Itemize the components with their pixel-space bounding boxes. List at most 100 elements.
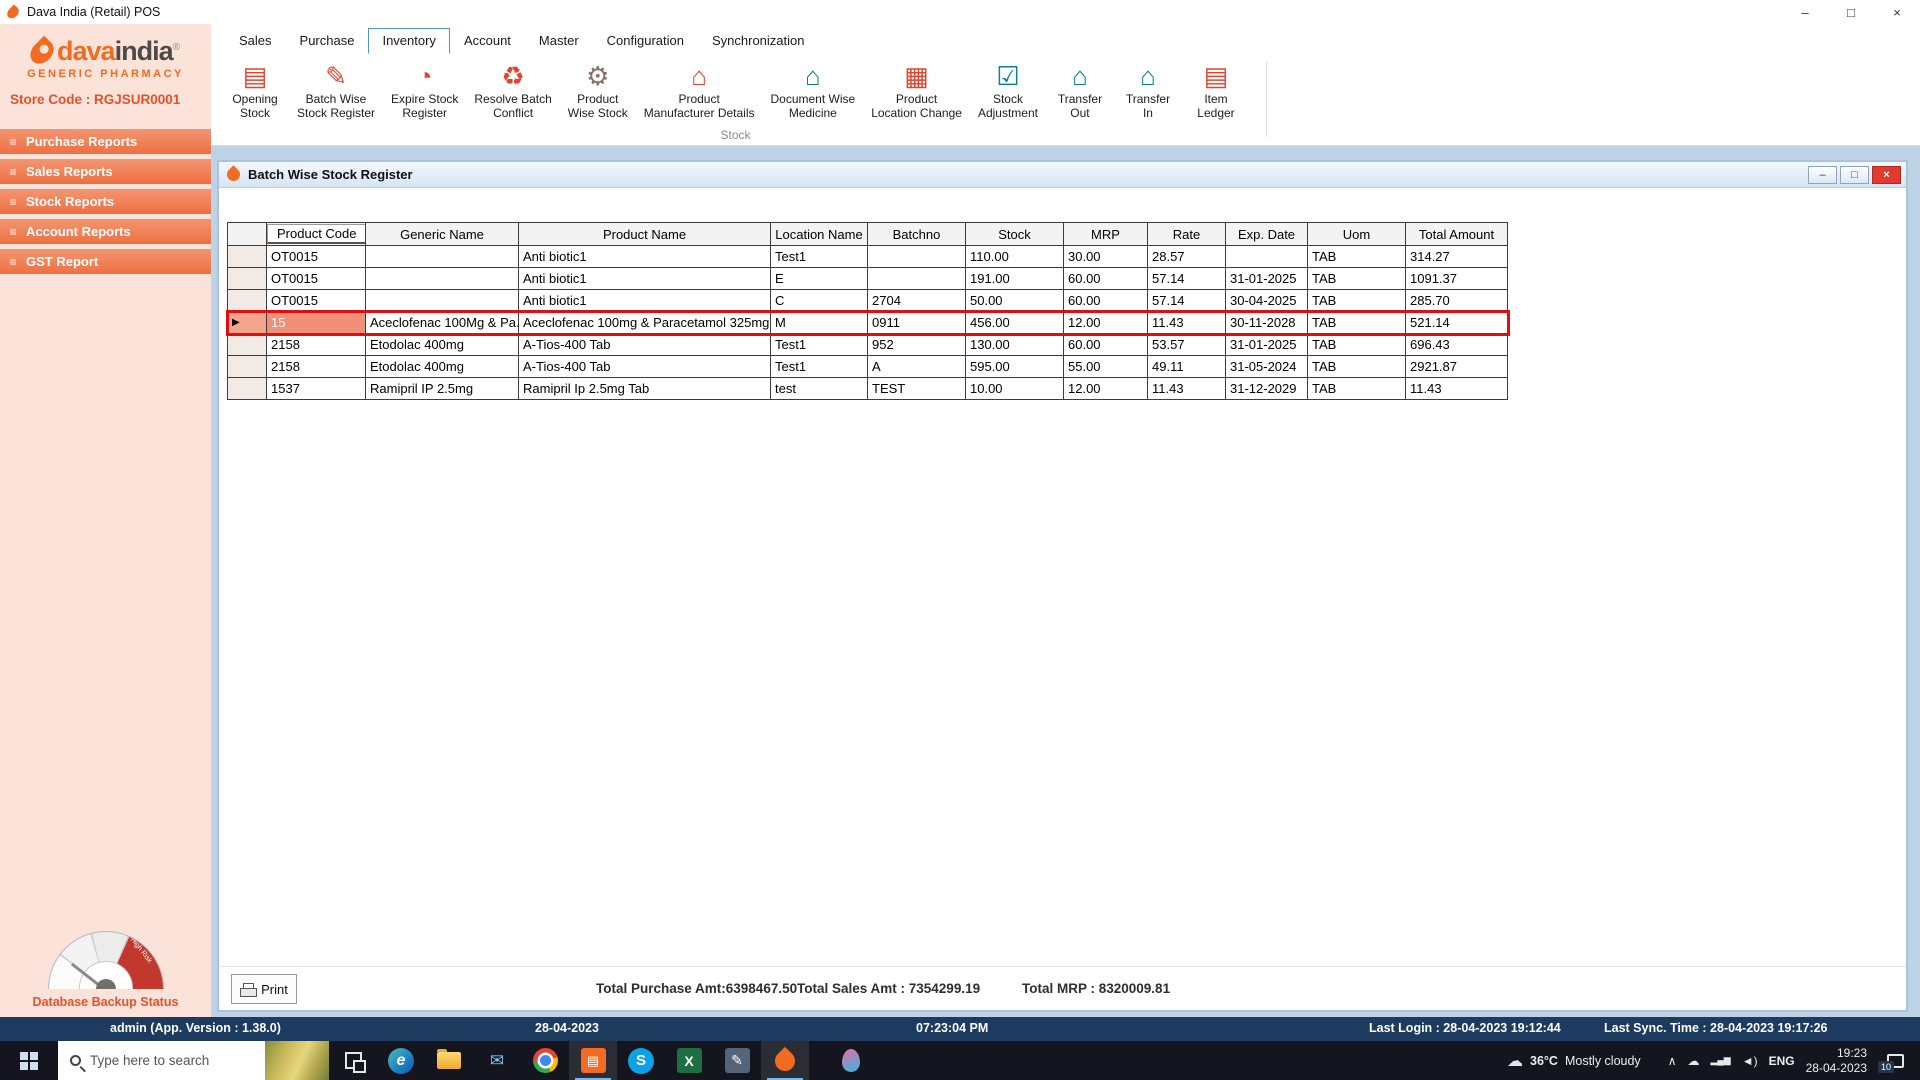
taskbar-app-file-explorer[interactable] bbox=[425, 1041, 473, 1080]
child-close-button[interactable]: × bbox=[1872, 166, 1901, 184]
grid-cell[interactable]: TAB bbox=[1308, 268, 1406, 290]
grid-cell[interactable]: 314.27 bbox=[1406, 246, 1508, 268]
tab-purchase[interactable]: Purchase bbox=[286, 28, 369, 54]
search-input[interactable]: Type here to search bbox=[58, 1041, 329, 1080]
grid-cell[interactable]: 456.00 bbox=[966, 312, 1064, 334]
taskbar-app-excel[interactable]: X bbox=[665, 1041, 713, 1080]
grid-cell[interactable]: A-Tios-400 Tab bbox=[519, 356, 771, 378]
grid-cell[interactable]: 31-12-2029 bbox=[1226, 378, 1308, 400]
weather-widget[interactable]: ☁ 36°C Mostly cloudy bbox=[1507, 1051, 1641, 1071]
tab-account[interactable]: Account bbox=[450, 28, 525, 54]
taskbar-app-pos-app[interactable]: ▤ bbox=[569, 1041, 617, 1080]
grid-cell[interactable]: 2158 bbox=[267, 334, 366, 356]
grid-cell[interactable]: 57.14 bbox=[1148, 290, 1226, 312]
col-header-rate[interactable]: Rate bbox=[1148, 223, 1226, 246]
tab-sales[interactable]: Sales bbox=[225, 28, 286, 54]
grid-cell[interactable] bbox=[868, 268, 966, 290]
taskbar-clock[interactable]: 19:23 28-04-2023 bbox=[1806, 1046, 1867, 1076]
grid-cell[interactable]: 2921.87 bbox=[1406, 356, 1508, 378]
grid-cell[interactable]: 595.00 bbox=[966, 356, 1064, 378]
grid-cell[interactable]: TAB bbox=[1308, 246, 1406, 268]
grid-cell[interactable]: 696.43 bbox=[1406, 334, 1508, 356]
grid-cell[interactable]: 31-01-2025 bbox=[1226, 268, 1308, 290]
grid-cell[interactable]: 130.00 bbox=[966, 334, 1064, 356]
child-window-titlebar[interactable]: Batch Wise Stock Register – □ × bbox=[219, 162, 1906, 188]
col-header-generic-name[interactable]: Generic Name bbox=[366, 223, 519, 246]
row-selector[interactable] bbox=[228, 268, 267, 290]
start-button[interactable] bbox=[0, 1041, 58, 1080]
minimize-button[interactable]: – bbox=[1782, 0, 1828, 24]
ribbon-item-product-manufacturer-details[interactable]: ⌂Product Manufacturer Details bbox=[636, 58, 763, 121]
grid-cell[interactable]: 12.00 bbox=[1064, 312, 1148, 334]
grid-cell[interactable]: 12.00 bbox=[1064, 378, 1148, 400]
close-button[interactable]: × bbox=[1874, 0, 1920, 24]
grid-cell[interactable]: 0911 bbox=[868, 312, 966, 334]
grid-cell[interactable] bbox=[1226, 246, 1308, 268]
grid-cell[interactable]: TAB bbox=[1308, 312, 1406, 334]
grid-cell[interactable]: TAB bbox=[1308, 378, 1406, 400]
grid-cell[interactable]: Test1 bbox=[771, 334, 868, 356]
tab-inventory[interactable]: Inventory bbox=[368, 28, 449, 54]
grid-cell[interactable]: TAB bbox=[1308, 334, 1406, 356]
grid-cell[interactable]: 55.00 bbox=[1064, 356, 1148, 378]
grid-cell[interactable]: OT0015 bbox=[267, 268, 366, 290]
taskbar-app-task-view[interactable] bbox=[329, 1041, 377, 1080]
onedrive-icon[interactable]: ☁ bbox=[1687, 1054, 1699, 1068]
sidebar-item-account-reports[interactable]: ≡Account Reports bbox=[0, 219, 211, 244]
volume-icon[interactable]: ◄) bbox=[1742, 1054, 1758, 1068]
ribbon-item-transfer-out[interactable]: ⌂Transfer Out bbox=[1046, 58, 1114, 121]
grid-cell[interactable]: M bbox=[771, 312, 868, 334]
taskbar-app-edge[interactable]: e bbox=[377, 1041, 425, 1080]
grid-cell[interactable]: 110.00 bbox=[966, 246, 1064, 268]
row-selector-header[interactable] bbox=[228, 223, 267, 246]
grid-cell[interactable]: 60.00 bbox=[1064, 290, 1148, 312]
grid-cell[interactable]: 49.11 bbox=[1148, 356, 1226, 378]
grid-cell[interactable]: 2158 bbox=[267, 356, 366, 378]
print-button[interactable]: Print bbox=[231, 974, 297, 1004]
grid-cell[interactable]: Ramipril IP 2.5mg bbox=[366, 378, 519, 400]
grid-cell[interactable] bbox=[366, 290, 519, 312]
action-center-button[interactable]: 10 bbox=[1878, 1041, 1912, 1080]
grid-cell[interactable] bbox=[366, 268, 519, 290]
grid-cell[interactable]: OT0015 bbox=[267, 246, 366, 268]
grid-row[interactable]: OT0015Anti biotic1Test1110.0030.0028.57T… bbox=[228, 246, 1508, 268]
grid-cell[interactable]: E bbox=[771, 268, 868, 290]
col-header-product-code[interactable]: Product Code bbox=[267, 223, 366, 246]
ribbon-item-item-ledger[interactable]: ▤Item Ledger bbox=[1182, 58, 1250, 121]
row-selector[interactable]: ▶ bbox=[228, 312, 267, 334]
sidebar-item-stock-reports[interactable]: ≡Stock Reports bbox=[0, 189, 211, 214]
taskbar-app-notes[interactable]: ✎ bbox=[713, 1041, 761, 1080]
col-header-total-amount[interactable]: Total Amount bbox=[1406, 223, 1508, 246]
ribbon-item-resolve-batch-conflict[interactable]: ♻Resolve Batch Conflict bbox=[466, 58, 559, 121]
col-header-mrp[interactable]: MRP bbox=[1064, 223, 1148, 246]
grid-cell[interactable]: 11.43 bbox=[1148, 312, 1226, 334]
ribbon-item-batch-wise-stock-register[interactable]: ✎Batch Wise Stock Register bbox=[289, 58, 383, 121]
grid-cell[interactable]: Test1 bbox=[771, 246, 868, 268]
ribbon-item-product-wise-stock[interactable]: ⚙Product Wise Stock bbox=[560, 58, 636, 121]
col-header-location-name[interactable]: Location Name bbox=[771, 223, 868, 246]
grid-cell[interactable]: 1537 bbox=[267, 378, 366, 400]
sidebar-item-gst-report[interactable]: ≡GST Report bbox=[0, 249, 211, 274]
taskbar-app-skype[interactable]: S bbox=[617, 1041, 665, 1080]
grid-row[interactable]: OT0015Anti biotic1C270450.0060.0057.1430… bbox=[228, 290, 1508, 312]
grid-row[interactable]: OT0015Anti biotic1E191.0060.0057.1431-01… bbox=[228, 268, 1508, 290]
ribbon-item-opening-stock[interactable]: ▤Opening Stock bbox=[221, 58, 289, 121]
ribbon-item-transfer-in[interactable]: ⌂Transfer In bbox=[1114, 58, 1182, 121]
row-selector[interactable] bbox=[228, 290, 267, 312]
tab-master[interactable]: Master bbox=[525, 28, 593, 54]
grid-cell[interactable]: Etodolac 400mg bbox=[366, 334, 519, 356]
grid-cell[interactable]: A-Tios-400 Tab bbox=[519, 334, 771, 356]
grid-cell[interactable]: 28.57 bbox=[1148, 246, 1226, 268]
grid-cell[interactable]: Anti biotic1 bbox=[519, 268, 771, 290]
row-selector[interactable] bbox=[228, 378, 267, 400]
grid-row[interactable]: 2158Etodolac 400mgA-Tios-400 TabTest1A59… bbox=[228, 356, 1508, 378]
grid-cell[interactable]: 50.00 bbox=[966, 290, 1064, 312]
grid-cell[interactable]: 57.14 bbox=[1148, 268, 1226, 290]
grid-cell[interactable]: A bbox=[868, 356, 966, 378]
grid-cell[interactable]: 15 bbox=[267, 312, 366, 334]
grid-cell[interactable]: 60.00 bbox=[1064, 268, 1148, 290]
col-header-stock[interactable]: Stock bbox=[966, 223, 1064, 246]
grid-row[interactable]: 2158Etodolac 400mgA-Tios-400 TabTest1952… bbox=[228, 334, 1508, 356]
grid-cell[interactable]: Anti biotic1 bbox=[519, 290, 771, 312]
taskbar-app-chrome[interactable] bbox=[521, 1041, 569, 1080]
